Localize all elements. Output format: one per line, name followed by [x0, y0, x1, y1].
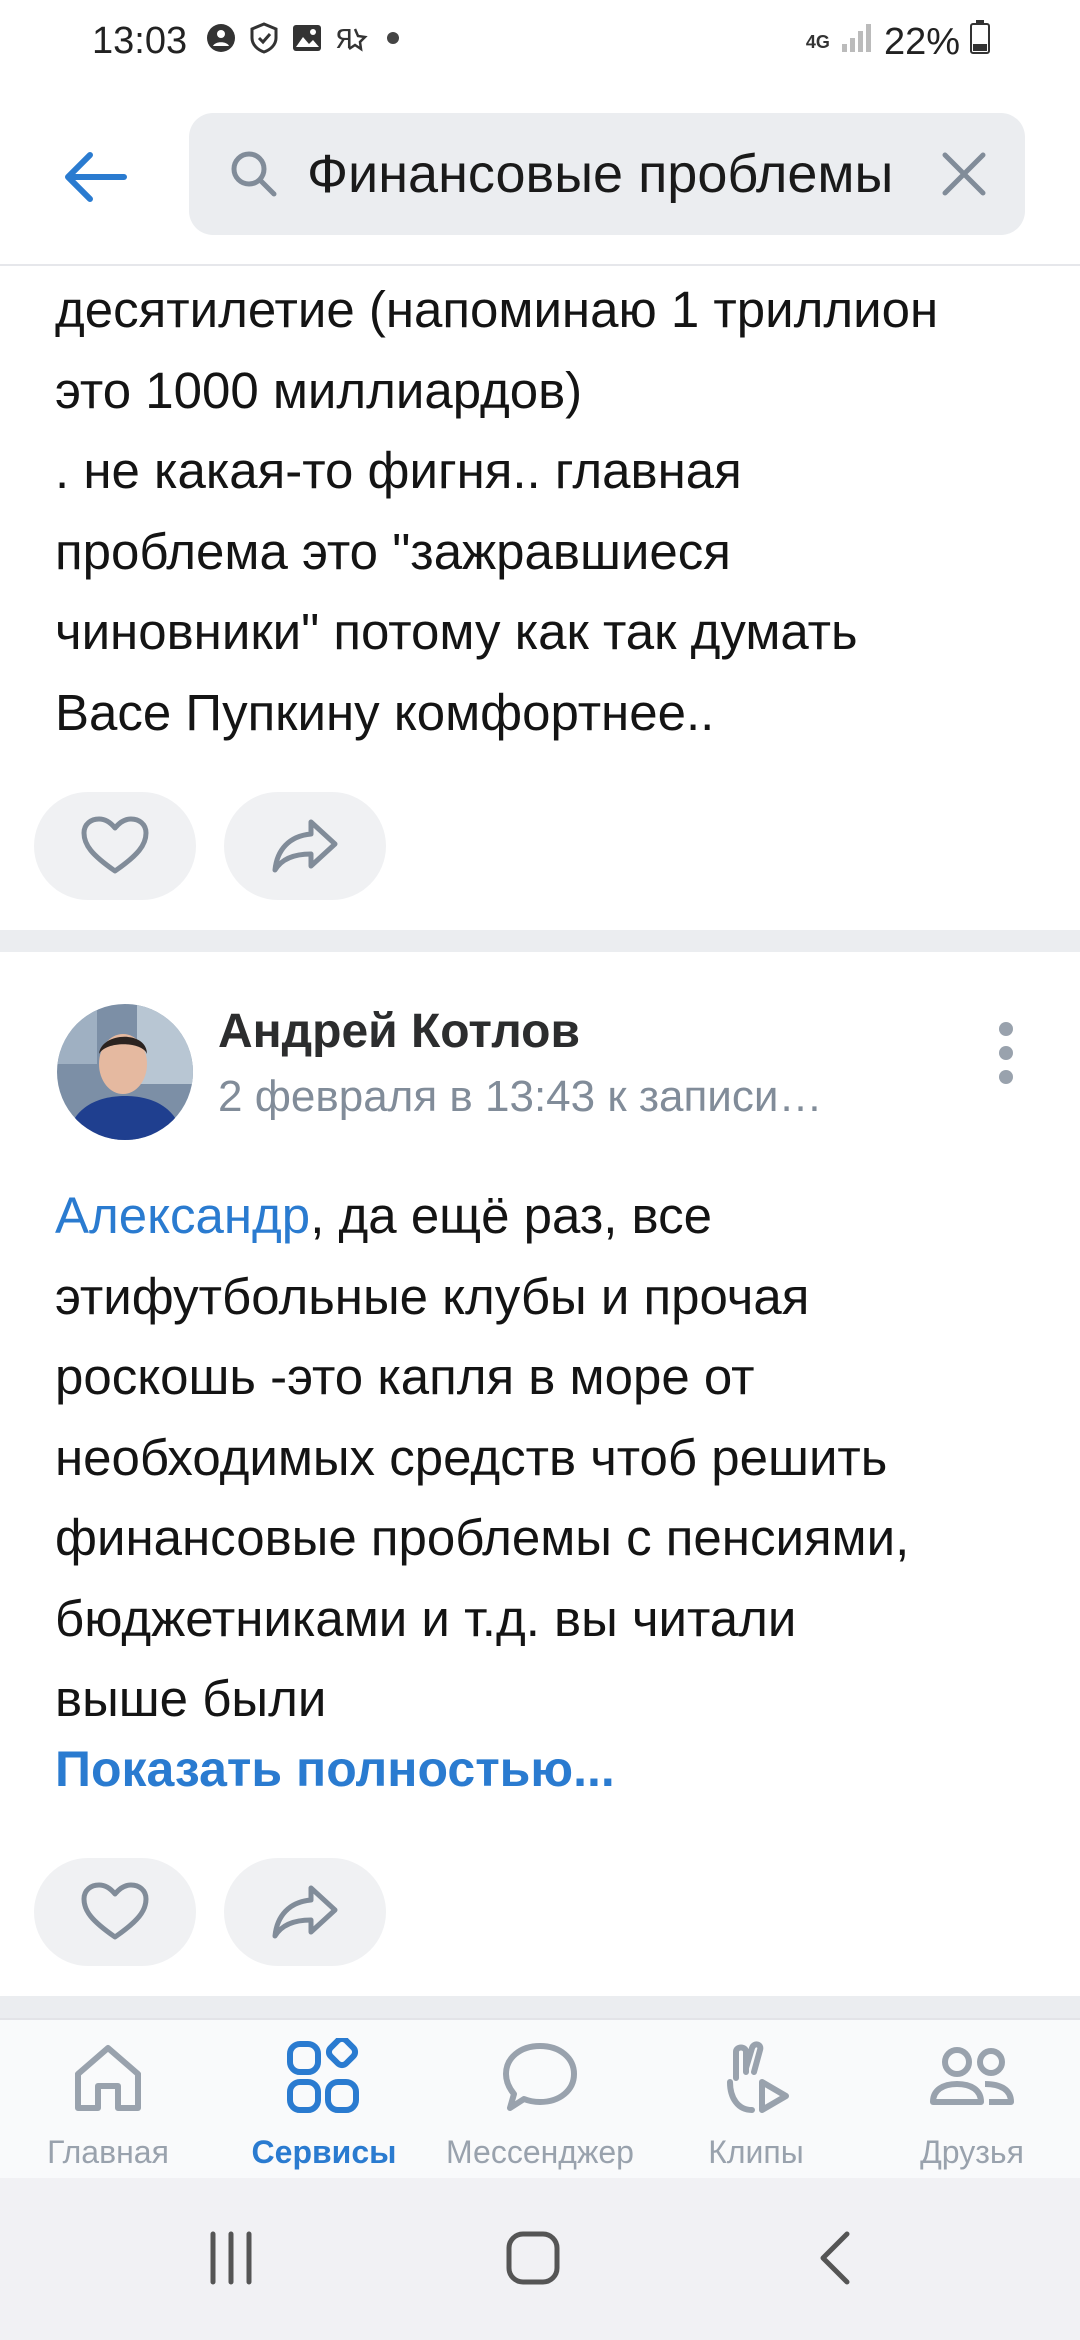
recent-apps-button[interactable] [181, 2218, 281, 2298]
heart-icon [81, 1882, 149, 1940]
post-1-line: . не какая-то фигня.. главная [55, 442, 742, 499]
vk-icon: Я [335, 23, 371, 53]
post-2-line: выше были [55, 1670, 327, 1727]
author-name[interactable]: Андрей Котлов [218, 1004, 580, 1059]
nav-messenger[interactable]: Мессенджер [432, 2020, 648, 2180]
post-1-line: это 1000 миллиардов) [55, 361, 583, 419]
back-button[interactable] [55, 142, 135, 212]
post-1-line: десятилетие (напоминаю 1 триллион [55, 281, 939, 338]
nav-label: Друзья [920, 2134, 1024, 2170]
nav-label: Мессенджер [446, 2134, 634, 2170]
signal-icon [840, 21, 874, 64]
more-dot-icon [999, 1022, 1013, 1036]
clear-search-button[interactable] [937, 147, 991, 201]
services-icon [287, 2038, 359, 2113]
gallery-icon [291, 23, 323, 53]
heart-icon [81, 816, 149, 874]
home-circle-icon [506, 2231, 560, 2285]
nav-home[interactable]: Главная [0, 2020, 216, 2180]
battery-icon [970, 20, 990, 64]
post-2-text: Александр, да ещё раз, все этифутбольные… [55, 1176, 1045, 1740]
like-button[interactable] [34, 792, 196, 900]
arrow-left-icon [65, 152, 127, 202]
home-system-button[interactable] [483, 2218, 583, 2298]
search-query[interactable]: Финансовые проблемы [307, 141, 919, 207]
post-2-line: Александр, да ещё раз, все [55, 1176, 1045, 1257]
post-2-line: роскошь -это капля в море от [55, 1348, 755, 1405]
post-1-line: проблема это "зажравшиеся [55, 522, 731, 580]
chevron-left-icon [820, 2231, 850, 2285]
status-bar: 13:03 Я 4G 22% [0, 0, 1080, 90]
more-dot-icon [999, 1070, 1013, 1084]
like-button[interactable] [34, 1858, 196, 1966]
home-icon [75, 2045, 141, 2111]
show-more-link[interactable]: Показать полностью... [55, 1740, 615, 1798]
share-button[interactable] [224, 1858, 386, 1966]
back-system-button[interactable] [787, 2218, 887, 2298]
post-2-line: бюджетниками и т.д. вы читали [55, 1589, 797, 1647]
status-time: 13:03 [92, 20, 188, 62]
nav-services[interactable]: Сервисы [216, 2020, 432, 2180]
post-meta[interactable]: 2 февраля в 13:43 к записи… [218, 1072, 822, 1122]
recent-apps-icon [210, 2231, 252, 2285]
shield-icon [249, 22, 279, 54]
friends-icon [930, 2047, 1014, 2105]
post-2-line: этифутбольные клубы и прочая [55, 1267, 810, 1325]
post-2-line-rest: , да ещё раз, все [310, 1187, 712, 1244]
search-input[interactable]: Финансовые проблемы [189, 113, 1025, 235]
nav-label: Главная [47, 2134, 169, 2170]
post-separator [0, 930, 1080, 952]
post-2-line: финансовые проблемы с пенсиями, [55, 1509, 910, 1566]
clips-icon [727, 2041, 789, 2113]
nav-clips[interactable]: Клипы [648, 2020, 864, 2180]
more-options-button[interactable] [986, 1016, 1026, 1090]
post-1-line: чиновники" потому как так думать [55, 603, 858, 660]
nav-label: Клипы [708, 2134, 804, 2170]
chat-icon [503, 2043, 577, 2111]
nav-friends[interactable]: Друзья [864, 2020, 1080, 2180]
post-separator [0, 1996, 1080, 2018]
share-icon [272, 1885, 338, 1939]
more-dot-icon [999, 1046, 1013, 1060]
mention-link[interactable]: Александр [55, 1187, 310, 1244]
search-icon [229, 149, 279, 204]
bottom-nav: Главная Сервисы Мессенджер Клипы Друзья [0, 2018, 1080, 2178]
dot-icon [383, 28, 403, 48]
post-1-line: Васе Пупкину комфортнее.. [55, 683, 715, 741]
notification-dot-icon [205, 22, 237, 54]
search-header: Финансовые проблемы [0, 90, 1080, 266]
network-type: 4G [805, 32, 830, 52]
system-nav-bar [0, 2178, 1080, 2340]
share-icon [272, 819, 338, 873]
post-2-line: необходимых средств чтоб решить [55, 1428, 888, 1486]
close-icon [942, 152, 986, 196]
nav-label: Сервисы [251, 2134, 397, 2170]
battery-percent: 22% [883, 20, 960, 63]
status-right-group: 4G 22% [806, 20, 990, 64]
status-notification-icons: Я [205, 22, 403, 54]
post-1-text: десятилетие (напоминаю 1 триллион это 10… [55, 270, 1045, 753]
share-button[interactable] [224, 792, 386, 900]
avatar[interactable] [57, 1004, 193, 1140]
